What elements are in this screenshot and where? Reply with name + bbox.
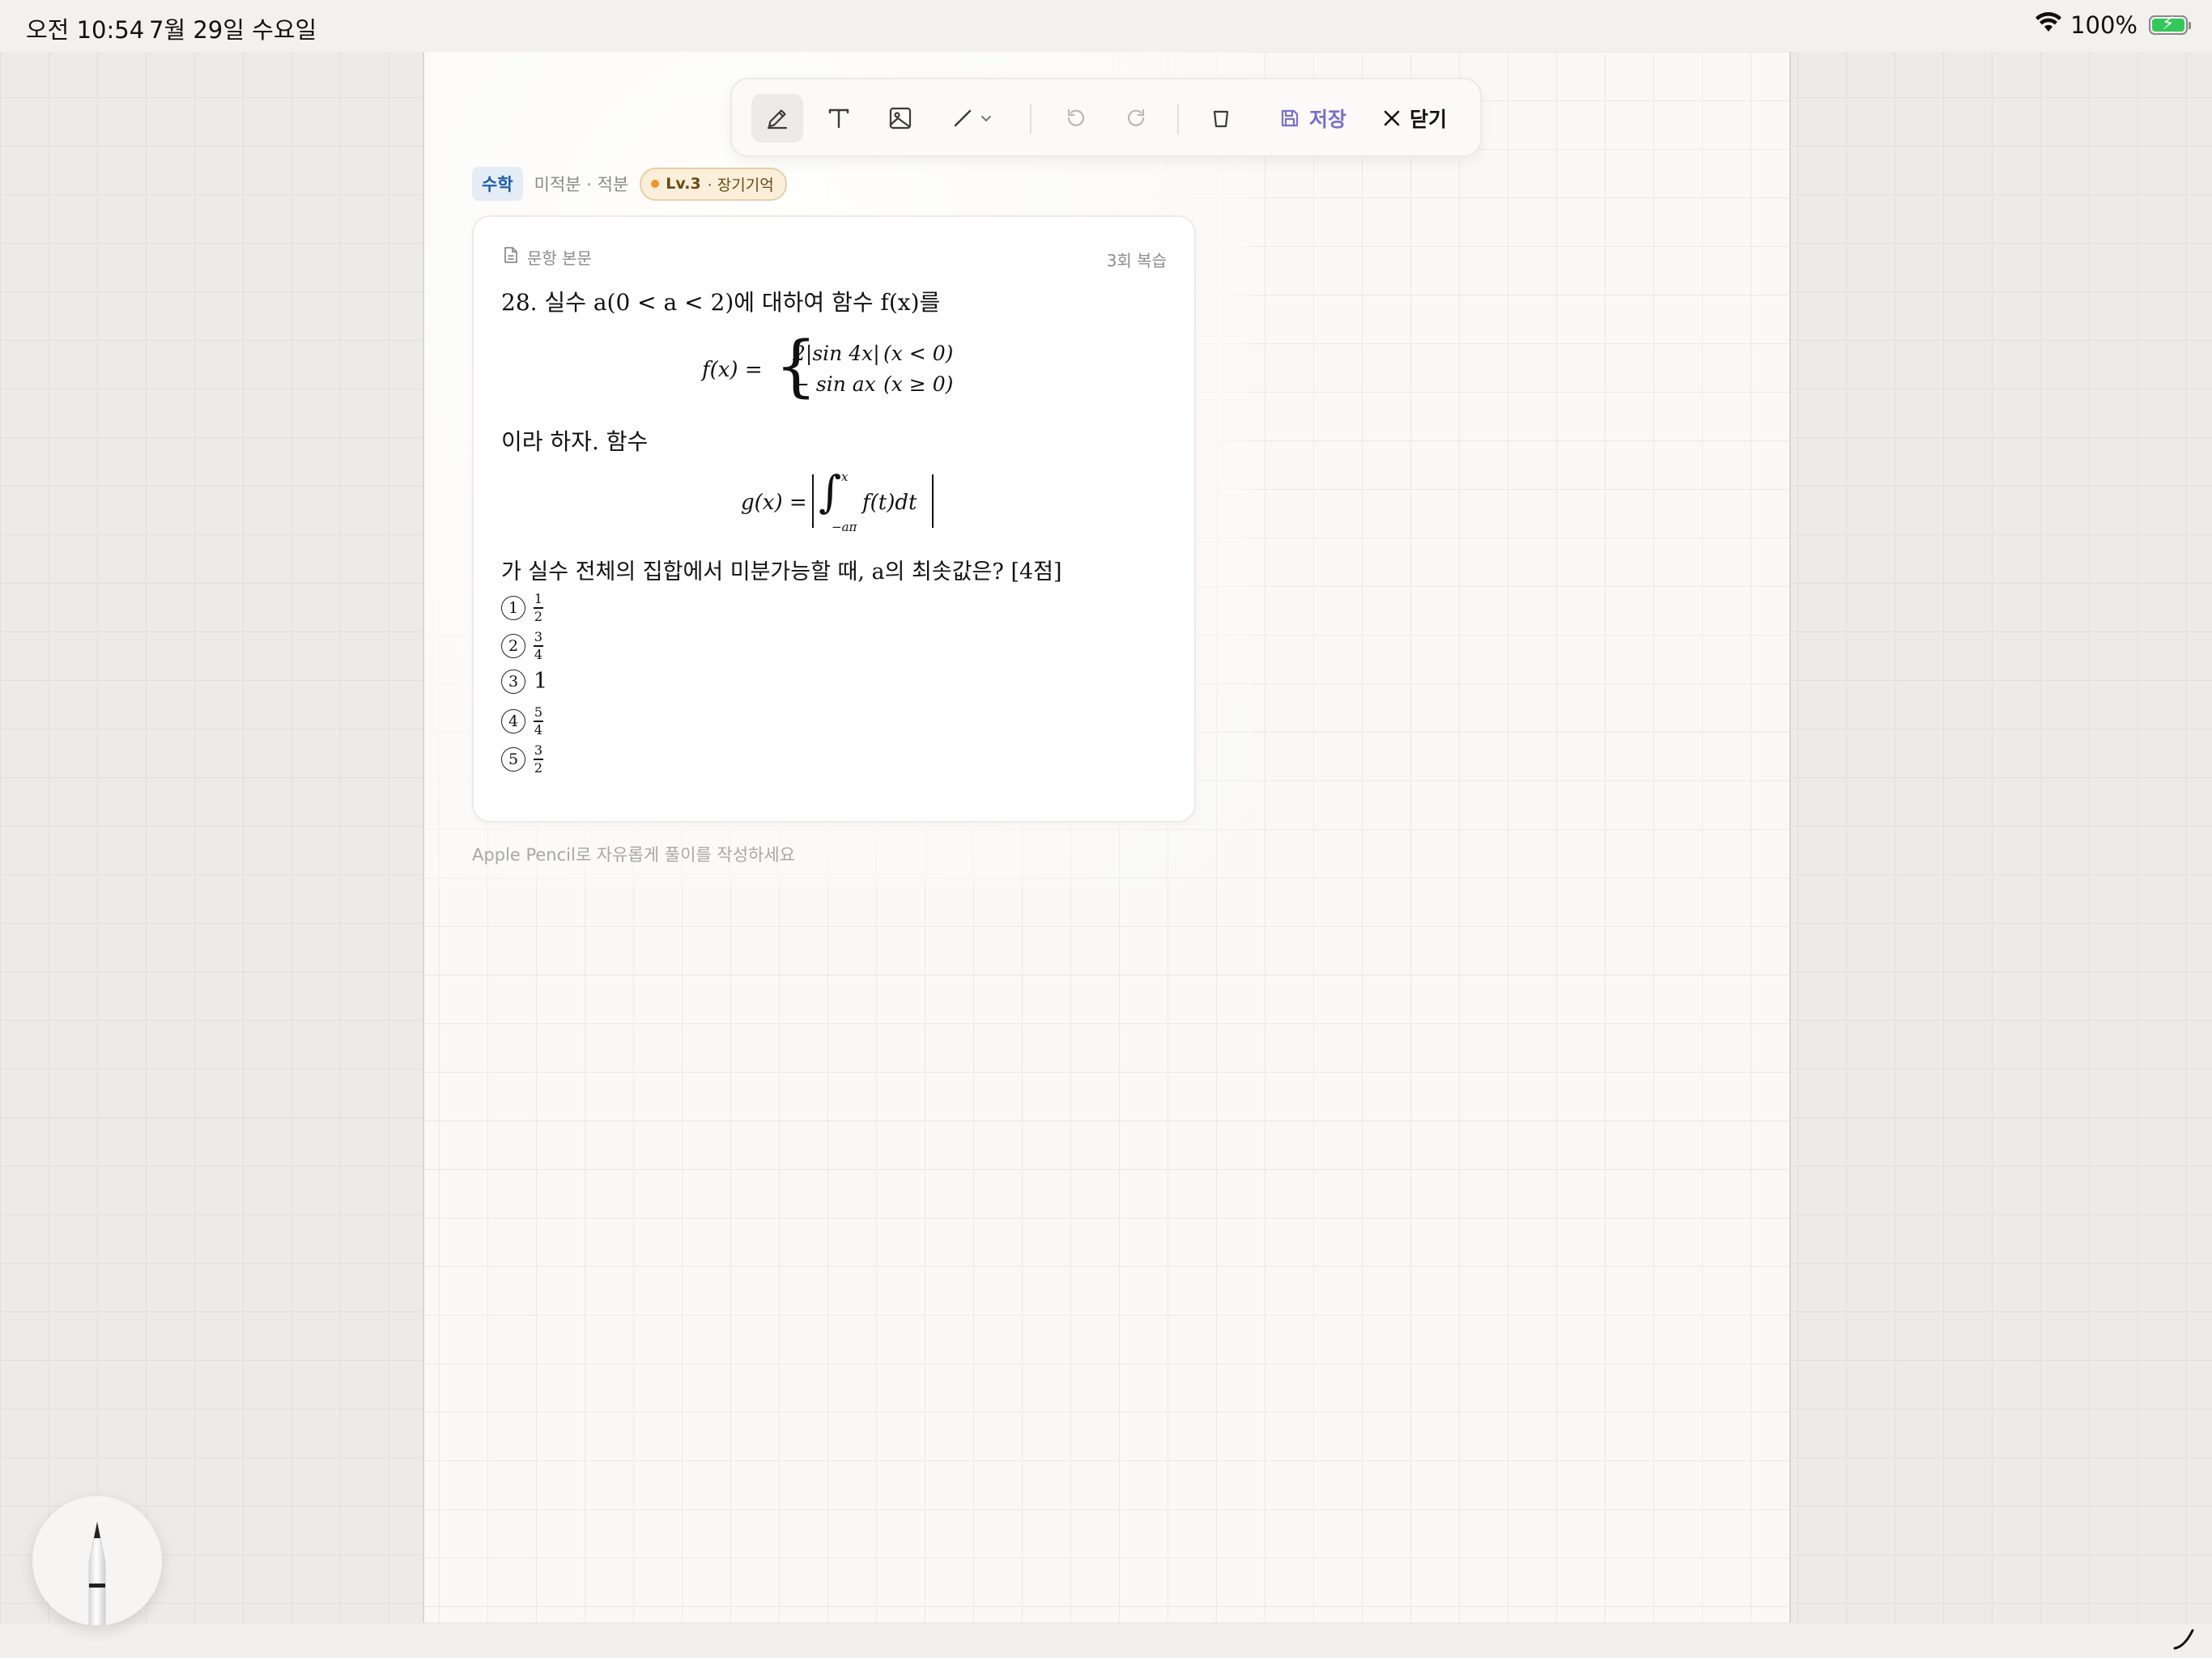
apple-pencil-button[interactable] xyxy=(32,1496,162,1626)
fx-case2-expr: − sin ax xyxy=(793,372,876,396)
gx-lhs: g(x) = xyxy=(741,491,807,515)
problem-tags: 수학 미적분 · 적분 Lv.3 · 장기기억 xyxy=(472,167,787,201)
integral-sign: ∫ xyxy=(819,466,842,517)
choice-5[interactable]: 5 32 xyxy=(501,744,543,775)
save-label: 저장 xyxy=(1308,108,1346,131)
choice-number: 4 xyxy=(501,708,525,733)
close-button[interactable]: 닫기 xyxy=(1370,94,1459,142)
line-tool-dropdown[interactable] xyxy=(938,94,1006,142)
status-time: 오전 10:54 xyxy=(26,16,145,44)
denominator: 4 xyxy=(534,646,543,662)
document-icon xyxy=(503,246,519,268)
problem-card: 문항 본문 3회 복습 28. 실수 a(0 < a < 2)에 대하여 함수 … xyxy=(472,215,1196,823)
choice-value: 1 xyxy=(534,669,548,694)
save-icon xyxy=(1278,107,1301,130)
choice-fraction: 12 xyxy=(534,593,543,623)
numerator: 5 xyxy=(534,704,543,720)
question-middle: 이라 하자. 함수 xyxy=(501,428,649,455)
text-icon xyxy=(827,106,851,130)
fx-lhs: f(x) = xyxy=(702,358,763,382)
pen-tool-button[interactable] xyxy=(751,94,803,142)
battery-percent: 100% xyxy=(2070,11,2138,39)
choice-4[interactable]: 4 54 xyxy=(501,706,543,737)
choice-3[interactable]: 3 1 xyxy=(501,669,547,694)
question-intro: 28. 실수 a(0 < a < 2)에 대하여 함수 f(x)를 xyxy=(501,289,941,316)
redo-icon xyxy=(1125,106,1149,130)
image-tool-button[interactable] xyxy=(874,94,926,142)
choice-2[interactable]: 2 34 xyxy=(501,631,543,661)
card-header: 문항 본문 3회 복습 xyxy=(503,244,1167,270)
gx-integrand: f(t)dt xyxy=(862,491,917,515)
level-badge: Lv.3 · 장기기억 xyxy=(640,167,787,201)
choice-number: 5 xyxy=(501,746,525,772)
topic-tag: 미적분 · 적분 xyxy=(534,175,629,194)
redo-button[interactable] xyxy=(1111,94,1163,142)
numerator: 1 xyxy=(534,591,543,606)
card-header-label: 문항 본문 xyxy=(527,248,592,268)
chevron-down-icon xyxy=(981,114,992,122)
choice-fraction: 34 xyxy=(534,631,543,661)
undo-icon xyxy=(1063,106,1087,130)
numerator: 3 xyxy=(534,629,543,644)
choice-1[interactable]: 1 12 xyxy=(501,593,543,623)
review-count: 3회 복습 xyxy=(1106,251,1167,270)
choice-fraction: 32 xyxy=(534,744,543,775)
fx-case2-cond: (x ≥ 0) xyxy=(883,372,954,396)
choice-number: 3 xyxy=(501,669,525,694)
choice-number: 2 xyxy=(501,633,525,658)
integral-formula: g(x) = ∫ x −aπ f(t)dt xyxy=(741,466,935,541)
denominator: 4 xyxy=(534,721,543,738)
choice-number: 1 xyxy=(501,595,525,620)
text-tool-button[interactable] xyxy=(813,94,865,142)
numerator: 3 xyxy=(534,742,543,758)
status-right: 100% ⚡ xyxy=(2035,11,2191,39)
eraser-icon xyxy=(1210,107,1232,130)
close-label: 닫기 xyxy=(1409,108,1447,131)
line-icon xyxy=(951,107,974,130)
drawing-toolbar: 저장 닫기 xyxy=(730,78,1482,157)
abs-bar-right xyxy=(932,474,934,528)
save-button[interactable]: 저장 xyxy=(1268,94,1357,142)
status-date: 7월 29일 수요일 xyxy=(149,16,317,44)
question-end: 가 실수 전체의 집합에서 미분가능할 때, a의 최솟값은? [4점] xyxy=(501,559,1062,585)
gx-upper-limit: x xyxy=(841,470,849,484)
level-label: · 장기기억 xyxy=(707,176,774,194)
fx-case1-cond: (x < 0) xyxy=(883,342,954,365)
level-value: Lv.3 xyxy=(666,175,701,193)
denominator: 2 xyxy=(534,608,543,624)
eraser-tool-button[interactable] xyxy=(1195,94,1247,142)
status-bar: 오전 10:54 7월 29일 수요일 100% ⚡ xyxy=(0,0,2212,52)
pencil-stroke-icon xyxy=(2170,1626,2197,1656)
piecewise-formula: f(x) = { 2|sin 4x| (x < 0) − sin ax (x ≥… xyxy=(702,330,977,410)
choice-fraction: 54 xyxy=(534,706,543,737)
battery-charging-icon: ⚡ xyxy=(2149,14,2191,35)
abs-bar-left xyxy=(812,474,814,528)
image-icon xyxy=(887,105,913,131)
denominator: 2 xyxy=(534,759,543,776)
pencil-hint: Apple Pencil로 자유롭게 풀이를 작성하세요 xyxy=(472,845,795,865)
gx-lower-limit: −aπ xyxy=(832,520,857,534)
bottom-bar xyxy=(0,1624,2212,1658)
wifi-icon xyxy=(2035,11,2062,39)
close-icon xyxy=(1382,108,1402,128)
subject-tag: 수학 xyxy=(472,167,523,201)
fx-case1-expr: 2|sin 4x| xyxy=(793,342,880,365)
level-dot xyxy=(651,180,660,188)
undo-button[interactable] xyxy=(1049,94,1101,142)
pen-icon xyxy=(764,105,790,131)
